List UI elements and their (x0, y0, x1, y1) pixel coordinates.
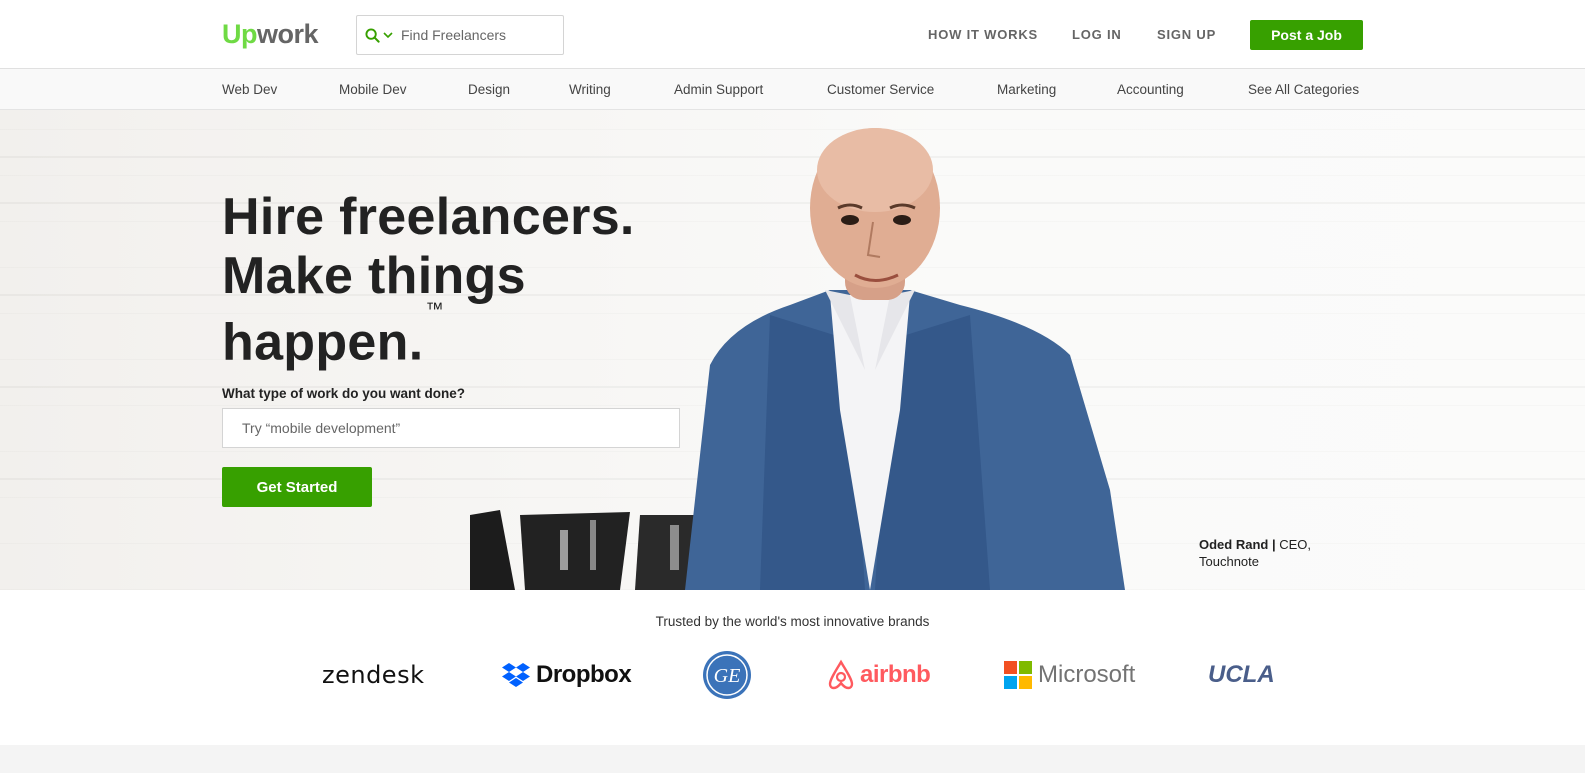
work-type-input[interactable] (222, 408, 680, 448)
post-a-job-button[interactable]: Post a Job (1250, 20, 1363, 50)
category-mobile-dev[interactable]: Mobile Dev (339, 82, 407, 97)
next-section-strip (0, 745, 1585, 773)
upwork-logo[interactable]: Up work (222, 18, 319, 50)
dropbox-icon (502, 663, 530, 687)
microsoft-logo: Microsoft (1004, 650, 1135, 700)
ge-monogram-text: GE (714, 665, 741, 687)
category-marketing[interactable]: Marketing (997, 82, 1056, 97)
trusted-brands-section: Trusted by the world's most innovative b… (0, 590, 1585, 745)
category-nav: Web Dev Mobile Dev Design Writing Admin … (0, 69, 1585, 110)
headline-line-2: Make things (222, 247, 526, 305)
chevron-down-icon (383, 32, 393, 39)
category-customer-service[interactable]: Customer Service (827, 82, 934, 97)
airbnb-logo: airbnb (826, 650, 931, 700)
trademark-symbol: ™ (425, 299, 444, 319)
top-header: Upwork HOW IT WORKS LOG IN SIGN UP Post … (0, 0, 1585, 69)
headline-line-1: Hire freelancers. (222, 188, 635, 246)
how-it-works-link[interactable]: HOW IT WORKS (928, 27, 1038, 42)
category-admin-support[interactable]: Admin Support (674, 82, 763, 97)
search-input[interactable] (401, 27, 556, 43)
microsoft-icon (1004, 661, 1032, 689)
log-in-link[interactable]: LOG IN (1072, 27, 1122, 42)
get-started-button[interactable]: Get Started (222, 467, 372, 507)
ucla-logo: UCLA (1208, 661, 1275, 688)
category-design[interactable]: Design (468, 82, 510, 97)
caption-name: Oded Rand | (1199, 537, 1276, 552)
hero-section: Hire freelancers. Make things happen.™ W… (0, 110, 1585, 590)
work-type-label: What type of work do you want done? (222, 386, 465, 401)
category-accounting[interactable]: Accounting (1117, 82, 1184, 97)
logo-work: work (257, 18, 319, 49)
freelancer-search-box[interactable] (356, 15, 564, 55)
category-see-all[interactable]: See All Categories (1248, 82, 1359, 97)
dropbox-logo: Dropbox (502, 650, 632, 700)
category-writing[interactable]: Writing (569, 82, 611, 97)
ge-logo: GE (702, 650, 752, 700)
zendesk-logo: zendesk (322, 661, 425, 689)
testimonial-caption: Oded Rand | CEO, Touchnote (1199, 536, 1329, 570)
search-type-dropdown[interactable] (357, 27, 401, 43)
logo-up: Up (222, 18, 258, 49)
search-icon (365, 27, 380, 43)
headline-line-3: happen. (222, 313, 424, 372)
hero-headline: Hire freelancers. Make things happen.™ (222, 188, 742, 372)
sign-up-link[interactable]: SIGN UP (1157, 27, 1216, 42)
category-web-dev[interactable]: Web Dev (222, 82, 277, 97)
ge-monogram-icon: GE (703, 651, 751, 699)
airbnb-icon (828, 659, 854, 690)
trusted-brands-text: Trusted by the world's most innovative b… (655, 614, 930, 629)
